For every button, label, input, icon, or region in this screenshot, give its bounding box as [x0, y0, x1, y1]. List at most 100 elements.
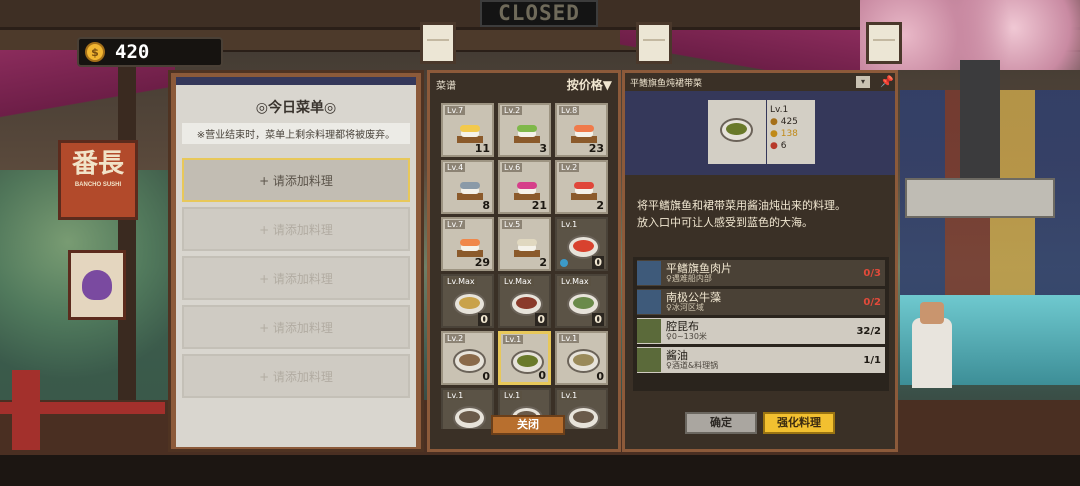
dish-level: Lv.1 [770, 105, 789, 115]
bowl-fish-stew-icon [567, 349, 600, 373]
today-menu-note: ※营业结束时，菜单上剩余料理都将被废弃。 [182, 123, 410, 144]
recipe-level: Lv.Max [502, 277, 534, 286]
ingredient-name: 腔昆布 [666, 319, 699, 333]
recipe-level: Lv.1 [503, 335, 524, 344]
ingredient-text: 酱油 ♀酒道&料理锅 [666, 350, 863, 371]
recipe-count: 0 [592, 256, 604, 269]
recipe-list-title: 菜谱 [436, 80, 456, 92]
recipe-cell[interactable]: Lv.7 11 [441, 103, 494, 157]
recipe-cell[interactable]: Lv.2 2 [555, 160, 608, 214]
serving-icon: ● [770, 141, 778, 151]
ingredient-list: 平鳍旗鱼肉片 ♀遇难船内部 0/3 南极公牛藻 ♀冰河区域 0/2 腔昆布 ♀0~130米 32… [633, 257, 889, 391]
recipe-cell[interactable]: Lv.8 23 [555, 103, 608, 157]
coin-icon: $ [85, 42, 105, 62]
recipe-count: 0 [596, 370, 604, 383]
dish-description-line-2: 放入口中可让人感受到蓝色的大海。 [637, 216, 813, 229]
ingredient-row[interactable]: 南极公牛藻 ♀冰河区域 0/2 [637, 289, 885, 315]
dish-taste: 138 [780, 129, 798, 139]
octopus-sign [68, 250, 126, 320]
sushi-salmon-icon [571, 123, 597, 143]
recipe-cell[interactable]: Lv.4 8 [441, 160, 494, 214]
dish-quantity-row: ● 6 [770, 140, 812, 152]
ingredient-icon [637, 261, 661, 285]
recipe-count: 0 [592, 313, 604, 326]
recipe-cell[interactable]: Lv.1 [441, 388, 494, 429]
detail-header: 平鳍旗鱼炖裙带菜 ▾ 📌 [625, 73, 895, 91]
ingredient-row[interactable]: 腔昆布 ♀0~130米 32/2 [637, 318, 885, 344]
red-post [12, 370, 40, 450]
ingredient-icon [637, 290, 661, 314]
ingredient-text: 腔昆布 ♀0~130米 [666, 321, 856, 342]
recipe-count: 0 [538, 369, 546, 382]
recipe-cell[interactable]: Lv.1 0 [555, 331, 608, 385]
dish-taste-row: ● 138 [770, 128, 812, 140]
menu-slot-5[interactable]: + 请添加料理 [182, 354, 410, 398]
recipe-cell[interactable]: Lv.Max 0 [441, 274, 494, 328]
recipe-level: Lv.7 [445, 220, 466, 229]
recipe-count: 2 [539, 256, 547, 269]
confirm-button[interactable]: 确定 [685, 412, 757, 434]
dish-description: 将平鳍旗鱼和裙带菜用酱油炖出来的料理。 放入口中可让人感受到蓝色的大海。 [625, 175, 895, 231]
ingredient-icon [637, 319, 661, 343]
recipe-cell[interactable]: Lv.6 21 [498, 160, 551, 214]
today-menu-panel: ◎今日菜单◎ ※营业结束时，菜单上剩余料理都将被废弃。 + 请添加料理 + 请添… [168, 70, 424, 452]
ingredient-name: 平鳍旗鱼肉片 [666, 261, 732, 275]
recipe-cell[interactable]: Lv.1 0 [555, 217, 608, 271]
today-menu-title: ◎今日菜单◎ [255, 100, 337, 116]
recipe-cell[interactable]: Lv.5 2 [498, 217, 551, 271]
recipe-level: Lv.1 [502, 391, 523, 400]
recipe-level: Lv.1 [559, 220, 580, 229]
recipe-grid: Lv.7 11 Lv.2 3 Lv.8 23 Lv.4 8 Lv.6 21 Lv.2 2 Lv.7 29 L… [441, 103, 617, 429]
recipe-count: 2 [596, 199, 604, 212]
recipe-level: Lv.Max [445, 277, 477, 286]
detail-title: 平鳍旗鱼炖裙带菜 [630, 78, 703, 89]
recipe-list-panel: 菜谱 按价格▼ Lv.7 11 Lv.2 3 Lv.8 23 Lv.4 8 Lv.6 21 Lv.2… [427, 70, 621, 452]
dish-image [708, 100, 766, 164]
sushi-green-icon [514, 123, 540, 143]
pin-icon[interactable]: 📌 [880, 76, 894, 88]
enhance-dish-button[interactable]: 强化料理 [763, 412, 835, 434]
range-hood [905, 178, 1055, 218]
recipe-count: 23 [588, 142, 604, 155]
close-button[interactable]: 关闭 [491, 415, 565, 435]
recipe-level: Lv.1 [445, 391, 466, 400]
coin-icon: ● [770, 117, 778, 127]
menu-slot-4[interactable]: + 请添加料理 [182, 305, 410, 349]
recipe-cell[interactable]: Lv.Max 0 [498, 274, 551, 328]
recipe-level: Lv.Max [559, 277, 591, 286]
sort-by-price-dropdown[interactable]: 按价格▼ [567, 76, 612, 93]
ingredient-quantity: 32/2 [856, 325, 881, 337]
today-menu-inner: ◎今日菜单◎ ※营业结束时，菜单上剩余料理都将被废弃。 + 请添加料理 + 请添… [176, 77, 416, 447]
ingredient-source: ♀酒道&料理锅 [666, 360, 719, 370]
recipe-level: Lv.2 [445, 334, 466, 343]
chef-marker-icon [560, 259, 568, 267]
ingredient-row[interactable]: 酱油 ♀酒道&料理锅 1/1 [637, 347, 885, 373]
ingredient-icon [637, 348, 661, 372]
coin-counter: $ 420 [77, 37, 223, 67]
recipe-count: 29 [474, 256, 490, 269]
recipe-count: 0 [478, 313, 490, 326]
menu-slot-1[interactable]: + 请添加料理 [182, 158, 410, 202]
collapse-button[interactable]: ▾ [856, 76, 870, 88]
menu-slot-2[interactable]: + 请添加料理 [182, 207, 410, 251]
sushi-mackerel-icon [457, 180, 483, 200]
recipe-level: Lv.2 [502, 106, 523, 115]
recipe-level: Lv.7 [445, 106, 466, 115]
ingredient-source: ♀0~130米 [666, 331, 707, 341]
recipe-cell[interactable]: Lv.7 29 [441, 217, 494, 271]
recipe-cell[interactable]: Lv.Max 0 [555, 274, 608, 328]
ingredient-row[interactable]: 平鳍旗鱼肉片 ♀遇难船内部 0/3 [637, 260, 885, 286]
floor [0, 455, 1080, 486]
recipe-cell[interactable]: Lv.1 0 [498, 331, 551, 385]
recipe-count: 8 [482, 199, 490, 212]
menu-slot-3[interactable]: + 请添加料理 [182, 256, 410, 300]
ingredient-name: 酱油 [666, 348, 688, 362]
recipe-cell[interactable]: Lv.2 0 [441, 331, 494, 385]
recipe-count: 0 [535, 313, 547, 326]
recipe-cell[interactable]: Lv.2 3 [498, 103, 551, 157]
bowl-noodle-icon [453, 349, 486, 373]
taste-icon: ● [770, 129, 778, 139]
sushi-fish-icon [514, 237, 540, 257]
menu-topbar [176, 77, 416, 85]
bowl-stew-icon [720, 118, 753, 142]
